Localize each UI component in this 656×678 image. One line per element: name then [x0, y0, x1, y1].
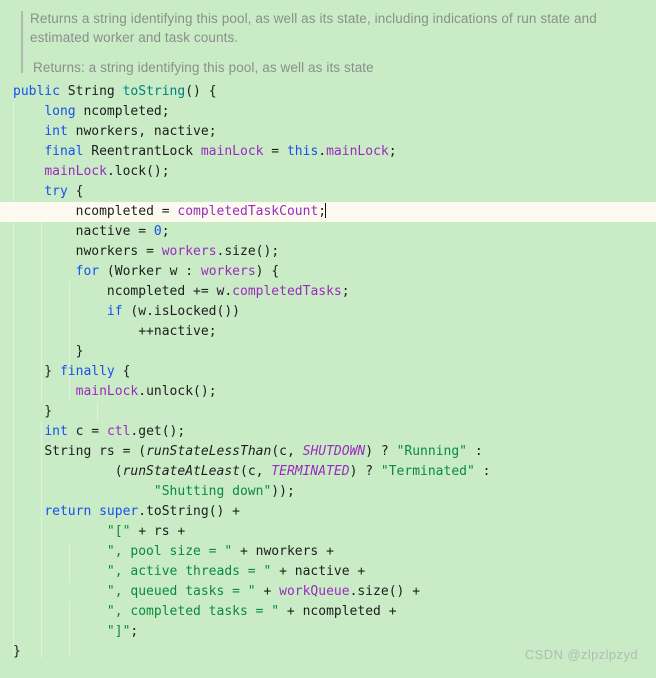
code-line[interactable]: try {	[0, 182, 656, 202]
code-line[interactable]: mainLock.unlock();	[0, 382, 656, 402]
code-line[interactable]: mainLock.lock();	[0, 162, 656, 182]
code-line[interactable]: int nworkers, nactive;	[0, 122, 656, 142]
code-line[interactable]: nworkers = workers.size();	[0, 242, 656, 262]
code-line[interactable]: return super.toString() +	[0, 502, 656, 522]
code-line[interactable]: "]";	[0, 622, 656, 642]
code-line[interactable]: ", completed tasks = " + ncompleted +	[0, 602, 656, 622]
code-line[interactable]: for (Worker w : workers) {	[0, 262, 656, 282]
javadoc-accent-bar	[21, 11, 23, 73]
code-line[interactable]: "[" + rs +	[0, 522, 656, 542]
code-line[interactable]: String rs = (runStateLessThan(c, SHUTDOW…	[0, 442, 656, 462]
code-line[interactable]: int c = ctl.get();	[0, 422, 656, 442]
code-line[interactable]: ncompleted += w.completedTasks;	[0, 282, 656, 302]
javadoc-summary: Returns a string identifying this pool, …	[30, 11, 597, 45]
code-editor[interactable]: public String toString() { long ncomplet…	[0, 82, 656, 678]
code-line[interactable]: ncompleted = completedTaskCount;	[0, 202, 656, 222]
code-line[interactable]: final ReentrantLock mainLock = this.main…	[0, 142, 656, 162]
code-line[interactable]: } finally {	[0, 362, 656, 382]
code-line[interactable]: if (w.isLocked())	[0, 302, 656, 322]
code-line[interactable]: ", queued tasks = " + workQueue.size() +	[0, 582, 656, 602]
code-line[interactable]: ", pool size = " + nworkers +	[0, 542, 656, 562]
text-caret	[325, 203, 327, 218]
csdn-watermark: CSDN @zlpzlpzyd	[524, 647, 638, 662]
code-line[interactable]: public String toString() {	[0, 82, 656, 102]
code-line[interactable]: ++nactive;	[0, 322, 656, 342]
code-line[interactable]: (runStateAtLeast(c, TERMINATED) ? "Termi…	[0, 462, 656, 482]
code-lines-container[interactable]: public String toString() { long ncomplet…	[0, 82, 656, 662]
code-line[interactable]: "Shutting down"));	[0, 482, 656, 502]
code-line[interactable]: }	[0, 402, 656, 422]
javadoc-returns-tag: Returns: a string identifying this pool,…	[33, 60, 374, 75]
code-line[interactable]: long ncompleted;	[0, 102, 656, 122]
code-line[interactable]: }	[0, 342, 656, 362]
code-line[interactable]: nactive = 0;	[0, 222, 656, 242]
javadoc-body: Returns a string identifying this pool, …	[30, 9, 642, 77]
code-line[interactable]: ", active threads = " + nactive +	[0, 562, 656, 582]
javadoc-popup: Returns a string identifying this pool, …	[0, 0, 656, 82]
